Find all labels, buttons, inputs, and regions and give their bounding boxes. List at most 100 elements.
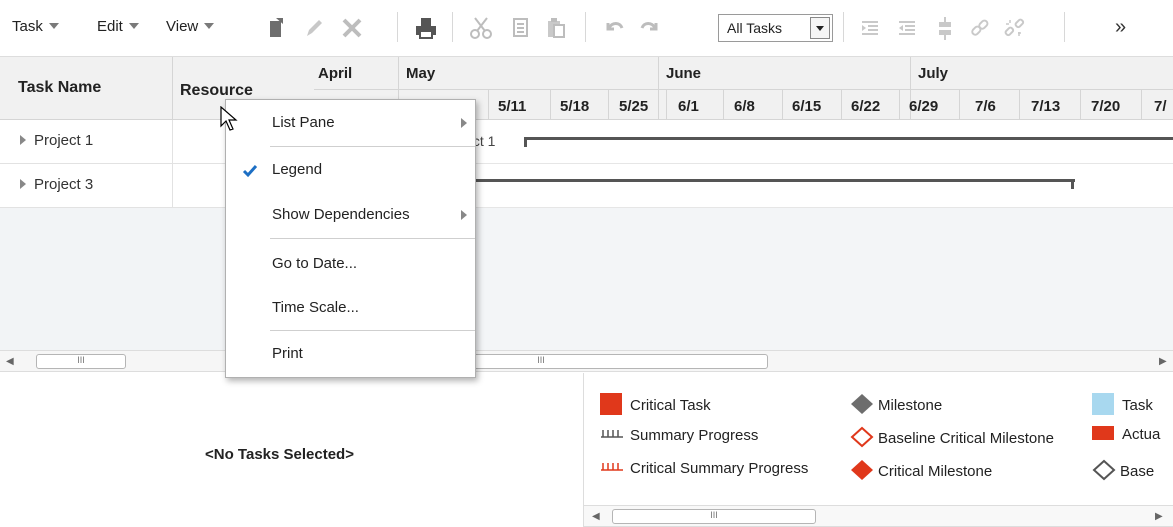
delete-x-icon[interactable] <box>338 14 366 42</box>
menu-separator <box>270 330 475 331</box>
legend-pane: Critical Task Summary Progress Critical … <box>584 373 1173 527</box>
week-label: 6/1 <box>678 98 699 115</box>
toolbar-separator <box>843 12 844 42</box>
menu-item-label: List Pane <box>272 114 335 131</box>
legend-label: Critical Task <box>630 397 711 414</box>
row-divider <box>172 164 173 208</box>
legend-milestone: Milestone <box>850 393 942 415</box>
week-divider <box>1080 89 1081 121</box>
column-header-resource[interactable]: Resource <box>180 82 253 100</box>
week-label: 7/ <box>1154 98 1167 115</box>
legend-label: Base <box>1120 463 1155 480</box>
menu-separator <box>270 146 475 147</box>
week-label: 7/13 <box>1031 98 1061 115</box>
toolbar-separator <box>452 12 453 42</box>
week-divider <box>608 89 609 121</box>
summary-progress-icon <box>601 430 623 438</box>
week-divider <box>488 89 489 121</box>
summary-bar-end <box>1071 179 1074 189</box>
summary-bar[interactable] <box>524 137 1173 140</box>
print-icon[interactable] <box>412 14 440 42</box>
edit-menu[interactable]: Edit <box>97 18 139 35</box>
toolbar-overflow-button[interactable]: » <box>1115 16 1126 39</box>
context-menu: List Pane Legend Show Dependencies Go to… <box>225 99 476 378</box>
redo-icon[interactable] <box>636 14 664 42</box>
toolbar-separator <box>1064 12 1065 42</box>
legend-label: Summary Progress <box>630 427 759 444</box>
copy-icon[interactable] <box>506 14 534 42</box>
column-header-task-name[interactable]: Task Name <box>18 79 101 97</box>
chevron-down-icon[interactable] <box>810 17 830 39</box>
submenu-arrow-icon <box>461 118 467 128</box>
menu-item-time-scale[interactable]: Time Scale... <box>272 299 359 316</box>
column-divider[interactable] <box>172 57 173 121</box>
header-divider <box>314 89 1173 90</box>
scroll-thumb-grip: III <box>537 355 545 365</box>
week-divider <box>899 89 900 121</box>
outdent-icon[interactable] <box>893 14 921 42</box>
week-label: 6/22 <box>851 98 881 115</box>
row-divider <box>172 120 173 164</box>
week-divider <box>782 89 783 121</box>
week-label: 7/20 <box>1091 98 1121 115</box>
task-filter-select[interactable]: All Tasks <box>718 14 833 42</box>
week-divider <box>666 89 667 121</box>
scroll-thumb[interactable]: III <box>36 354 126 369</box>
menu-item-legend[interactable]: Legend <box>272 161 322 178</box>
week-label: 5/25 <box>619 98 649 115</box>
legend-label: Critical Milestone <box>878 463 993 480</box>
week-label: 5/18 <box>560 98 590 115</box>
new-task-icon[interactable] <box>262 14 290 42</box>
menu-item-list-pane[interactable]: List Pane <box>272 114 335 131</box>
mouse-pointer-icon <box>220 105 238 136</box>
paste-icon[interactable] <box>542 14 570 42</box>
edit-pencil-icon[interactable] <box>300 14 328 42</box>
split-icon[interactable] <box>931 14 959 42</box>
week-label: 6/15 <box>792 98 822 115</box>
scroll-thumb-grip: III <box>77 355 85 365</box>
legend-label: Critical Summary Progress <box>630 460 809 477</box>
no-tasks-selected-text: <No Tasks Selected> <box>205 446 354 463</box>
undo-icon[interactable] <box>600 14 628 42</box>
toolbar-separator <box>397 12 398 42</box>
menu-item-print[interactable]: Print <box>272 345 303 362</box>
task-name[interactable]: Project 1 <box>20 132 93 149</box>
task-menu-label: Task <box>12 18 43 35</box>
cut-icon[interactable] <box>467 14 495 42</box>
chevron-down-icon <box>48 23 59 29</box>
week-label: 5/11 <box>498 98 527 115</box>
chevron-down-icon <box>204 23 215 29</box>
legend-scrollbar[interactable]: ◀ III ▶ <box>584 505 1173 527</box>
task-menu[interactable]: Task <box>12 18 59 35</box>
scroll-right-icon[interactable]: ▶ <box>1159 356 1167 367</box>
baseline-critical-milestone-icon <box>850 426 874 448</box>
view-menu[interactable]: View <box>166 18 215 35</box>
scroll-right-icon[interactable]: ▶ <box>1155 511 1163 522</box>
summary-bar[interactable] <box>464 179 1075 182</box>
week-divider <box>959 89 960 121</box>
legend-label: Baseline Critical Milestone <box>878 430 1054 447</box>
scroll-left-icon[interactable]: ◀ <box>6 356 14 367</box>
menu-item-go-to-date[interactable]: Go to Date... <box>272 255 357 272</box>
legend-label: Milestone <box>878 397 943 414</box>
menu-item-label: Print <box>272 345 303 362</box>
menu-item-show-dependencies[interactable]: Show Dependencies <box>272 206 410 223</box>
legend-baseline-critical-milestone: Baseline Critical Milestone <box>850 426 1054 448</box>
indent-icon[interactable] <box>856 14 884 42</box>
baseline-milestone-icon <box>1092 459 1116 481</box>
scroll-thumb[interactable]: III <box>612 509 816 524</box>
week-divider <box>723 89 724 121</box>
legend-task: Task <box>1092 393 1153 415</box>
milestone-icon <box>851 394 873 414</box>
unlink-icon[interactable] <box>1000 14 1028 42</box>
actual-swatch-icon <box>1092 426 1114 440</box>
menu-item-label: Show Dependencies <box>272 206 410 223</box>
month-label: June <box>666 65 702 82</box>
link-icon[interactable] <box>966 14 994 42</box>
task-name[interactable]: Project 3 <box>20 176 93 193</box>
scroll-left-icon[interactable]: ◀ <box>592 511 600 522</box>
week-label: 6/8 <box>734 98 755 115</box>
critical-summary-progress-icon <box>601 463 623 471</box>
legend-critical-task: Critical Task <box>600 393 711 415</box>
submenu-arrow-icon <box>461 210 467 220</box>
